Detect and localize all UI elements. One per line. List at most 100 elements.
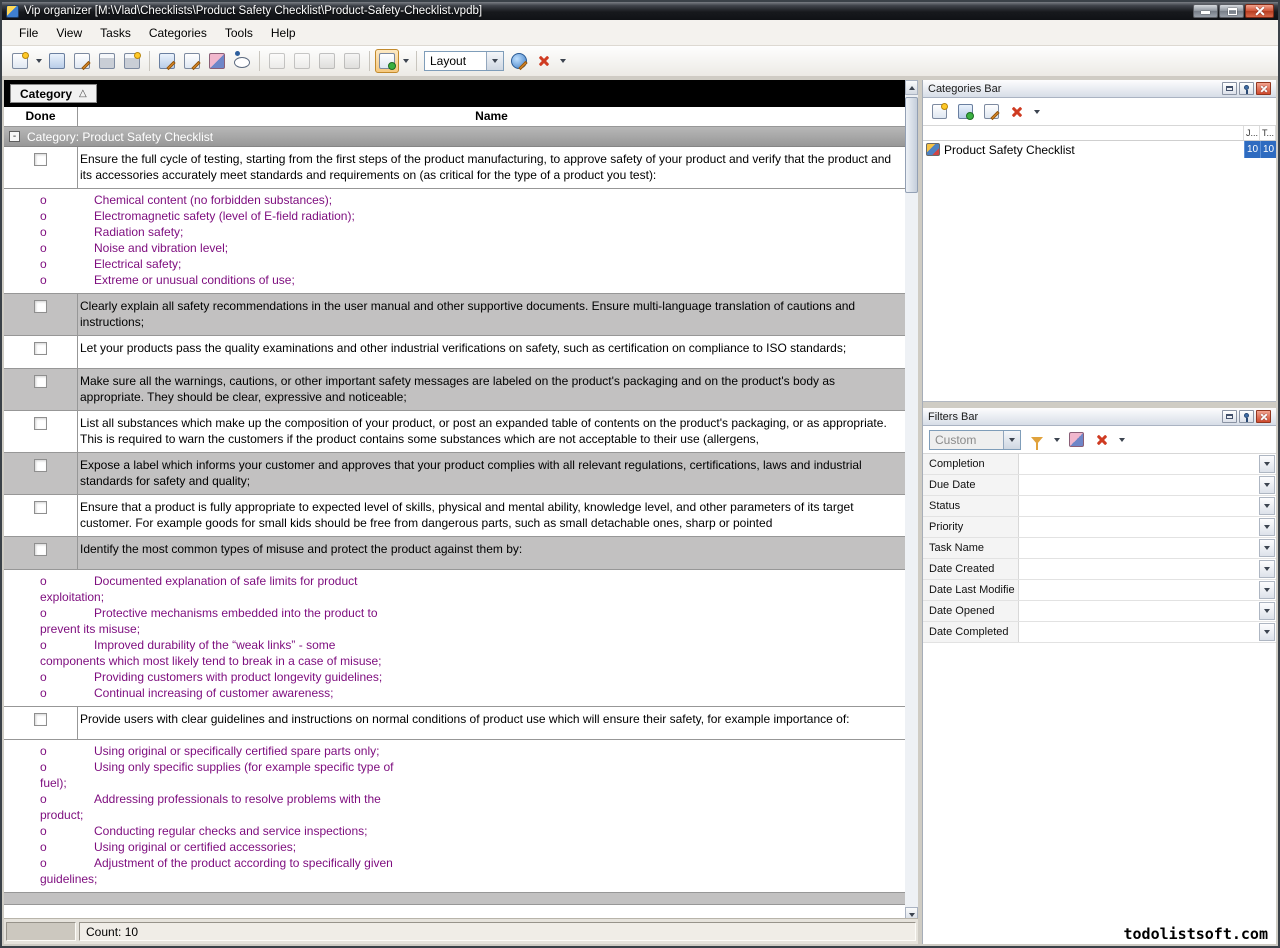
filter-value[interactable] xyxy=(1019,559,1258,579)
task-row[interactable] xyxy=(4,893,905,905)
print-preview-button[interactable] xyxy=(120,49,144,73)
filters-toolbar-dropdown[interactable] xyxy=(1116,429,1127,451)
paste-button[interactable] xyxy=(315,49,339,73)
vertical-scrollbar[interactable] xyxy=(905,80,918,922)
subitem-row[interactable]: oChemical content (no forbidden substanc… xyxy=(4,189,905,294)
filter-dropdown-button[interactable] xyxy=(1259,476,1275,494)
apply-filter-button[interactable] xyxy=(1025,428,1049,452)
layout-toggle-dropdown[interactable] xyxy=(400,50,411,72)
filters-minimize-button[interactable] xyxy=(1222,410,1237,423)
task-checkbox[interactable] xyxy=(34,375,47,388)
categories-minimize-button[interactable] xyxy=(1222,82,1237,95)
menu-tasks[interactable]: Tasks xyxy=(91,22,140,44)
task-row[interactable]: Expose a label which informs your custom… xyxy=(4,453,905,495)
categories-column-1[interactable]: J... xyxy=(1244,126,1260,140)
categories-pin-icon[interactable] xyxy=(1239,82,1254,95)
maximize-button[interactable] xyxy=(1219,4,1244,18)
cut-button[interactable] xyxy=(265,49,289,73)
task-row[interactable]: Ensure the full cycle of testing, starti… xyxy=(4,147,905,189)
filter-dropdown-button[interactable] xyxy=(1259,581,1275,599)
toolbar-options-dropdown[interactable] xyxy=(557,50,568,72)
filters-close-button[interactable] xyxy=(1256,410,1271,423)
filter-dropdown-button[interactable] xyxy=(1259,497,1275,515)
filter-dropdown-button[interactable] xyxy=(1259,560,1275,578)
task-row[interactable]: Identify the most common types of misuse… xyxy=(4,537,905,570)
filter-dropdown-button[interactable] xyxy=(1259,539,1275,557)
task-checkbox[interactable] xyxy=(34,543,47,556)
task-row[interactable]: List all substances which make up the co… xyxy=(4,411,905,453)
menu-help[interactable]: Help xyxy=(262,22,305,44)
category-list-item[interactable]: Product Safety Checklist 10 10 xyxy=(923,141,1276,158)
subitem-row[interactable]: oDocumented explanation of safe limits f… xyxy=(4,570,905,707)
task-row[interactable]: Clearly explain all safety recommendatio… xyxy=(4,294,905,336)
layout-combobox[interactable]: Layout xyxy=(424,51,504,71)
menu-categories[interactable]: Categories xyxy=(140,22,216,44)
edit-icon xyxy=(74,53,90,69)
minimize-button[interactable] xyxy=(1193,4,1218,18)
filter-dropdown[interactable] xyxy=(1051,429,1062,451)
column-header-done[interactable]: Done xyxy=(4,107,78,126)
rename-button[interactable] xyxy=(180,49,204,73)
copy-button[interactable] xyxy=(290,49,314,73)
view-button[interactable] xyxy=(230,49,254,73)
filter-dropdown-button[interactable] xyxy=(1259,623,1275,641)
task-checkbox[interactable] xyxy=(34,713,47,726)
new-task-button[interactable] xyxy=(8,49,32,73)
filter-preset-arrow[interactable] xyxy=(1003,431,1020,449)
close-button[interactable] xyxy=(1245,4,1274,18)
task-row[interactable]: Let your products pass the quality exami… xyxy=(4,336,905,369)
edit-task-button[interactable] xyxy=(155,49,179,73)
column-header-name[interactable]: Name xyxy=(78,107,905,126)
task-checkbox[interactable] xyxy=(34,459,47,472)
categories-close-button[interactable] xyxy=(1256,82,1271,95)
task-row[interactable]: Ensure that a product is fully appropria… xyxy=(4,495,905,537)
group-by-category-button[interactable]: Category △ xyxy=(10,84,97,103)
categories-toolbar-dropdown[interactable] xyxy=(1031,101,1042,123)
customize-layout-button[interactable] xyxy=(507,49,531,73)
menu-view[interactable]: View xyxy=(47,22,91,44)
menu-tools[interactable]: Tools xyxy=(216,22,262,44)
delete-layout-button[interactable] xyxy=(532,49,556,73)
scroll-up-button[interactable] xyxy=(905,80,918,95)
filter-dropdown-button[interactable] xyxy=(1259,455,1275,473)
filter-value[interactable] xyxy=(1019,538,1258,558)
add-category-button[interactable] xyxy=(927,100,951,124)
task-checkbox[interactable] xyxy=(34,501,47,514)
filter-dropdown-button[interactable] xyxy=(1259,602,1275,620)
subitem-row[interactable]: oUsing original or specifically certifie… xyxy=(4,740,905,893)
filter-dropdown-button[interactable] xyxy=(1259,518,1275,536)
layout-combobox-arrow[interactable] xyxy=(486,52,503,70)
mail-button[interactable] xyxy=(340,49,364,73)
new-note-button[interactable] xyxy=(45,49,69,73)
layout-toggle-button[interactable] xyxy=(375,49,399,73)
print-button[interactable] xyxy=(95,49,119,73)
erase-button[interactable] xyxy=(205,49,229,73)
filter-value[interactable] xyxy=(1019,496,1258,516)
task-checkbox[interactable] xyxy=(34,342,47,355)
menu-file[interactable]: File xyxy=(10,22,47,44)
categories-column-2[interactable]: T... xyxy=(1260,126,1276,140)
edit-category-button[interactable] xyxy=(979,100,1003,124)
filter-preset-combobox[interactable]: Custom xyxy=(929,430,1021,450)
filter-value[interactable] xyxy=(1019,517,1258,537)
task-row[interactable]: Provide users with clear guidelines and … xyxy=(4,707,905,740)
new-task-dropdown[interactable] xyxy=(33,50,44,72)
collapse-icon[interactable]: - xyxy=(9,131,20,142)
filters-pin-icon[interactable] xyxy=(1239,410,1254,423)
task-checkbox[interactable] xyxy=(34,417,47,430)
filter-value[interactable] xyxy=(1019,454,1258,474)
delete-filter-button[interactable] xyxy=(1090,428,1114,452)
task-row[interactable]: Make sure all the warnings, cautions, or… xyxy=(4,369,905,411)
category-group-row[interactable]: - Category: Product Safety Checklist xyxy=(4,127,905,147)
filter-value[interactable] xyxy=(1019,601,1258,621)
filter-value[interactable] xyxy=(1019,622,1258,642)
task-checkbox[interactable] xyxy=(34,300,47,313)
delete-category-button[interactable] xyxy=(1005,100,1029,124)
arrange-categories-button[interactable] xyxy=(953,100,977,124)
filter-value[interactable] xyxy=(1019,580,1258,600)
task-checkbox[interactable] xyxy=(34,153,47,166)
filter-value[interactable] xyxy=(1019,475,1258,495)
clear-filter-button[interactable] xyxy=(1064,428,1088,452)
scrollbar-thumb[interactable] xyxy=(905,97,918,193)
edit-button[interactable] xyxy=(70,49,94,73)
